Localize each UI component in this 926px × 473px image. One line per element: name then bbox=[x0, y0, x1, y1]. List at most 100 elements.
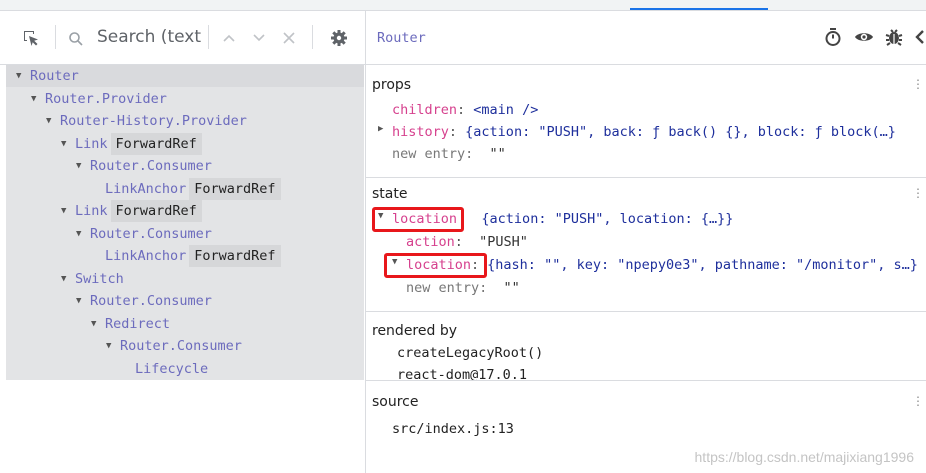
prop-children: children: <main /> bbox=[392, 102, 538, 118]
tree-row-label: Router.Consumer bbox=[90, 225, 212, 242]
new-entry-row[interactable]: new entry: "" bbox=[406, 280, 520, 296]
tree-row-label: Router.Consumer bbox=[120, 338, 242, 354]
gear-icon[interactable] bbox=[328, 27, 350, 49]
state-key: location bbox=[406, 257, 472, 273]
new-entry-row[interactable]: new entry: "" bbox=[392, 146, 506, 162]
tree-row[interactable]: ▼ Switch bbox=[61, 268, 124, 290]
state-colon: : bbox=[454, 234, 480, 250]
search-input[interactable]: Search (text bbox=[97, 27, 201, 47]
state-value: {hash: "", key: "npepy0e3", pathname: "/… bbox=[487, 257, 918, 273]
collapse-arrow-icon[interactable]: ▼ bbox=[16, 65, 30, 87]
new-entry-value[interactable]: "" bbox=[504, 280, 520, 296]
collapse-arrow-icon[interactable]: ▼ bbox=[378, 211, 392, 221]
state-title: state bbox=[372, 186, 408, 202]
expand-arrow-icon[interactable]: ▶ bbox=[378, 124, 392, 134]
tree-row[interactable]: ▼ Router bbox=[16, 65, 79, 87]
tree-row[interactable]: ▼ Router-History.Provider bbox=[46, 110, 247, 132]
tree-row-label: Redirect bbox=[105, 315, 171, 332]
new-entry-label: new entry: bbox=[406, 280, 488, 296]
collapse-arrow-icon[interactable]: ▼ bbox=[61, 133, 75, 155]
chevron-up-icon[interactable] bbox=[220, 29, 238, 47]
tree-row[interactable]: ▼ Link ForwardRef bbox=[61, 200, 202, 222]
prop-colon: : bbox=[448, 124, 466, 140]
tree-row-label: Router.Provider bbox=[45, 90, 167, 107]
collapse-arrow-icon[interactable]: ▼ bbox=[76, 223, 90, 245]
collapse-arrow-icon[interactable]: ▼ bbox=[46, 110, 60, 132]
state-value: {action: "PUSH", location: {…}} bbox=[481, 211, 734, 227]
state-action: action: "PUSH" bbox=[406, 234, 528, 250]
tree-row-label: Lifecycle bbox=[135, 360, 209, 377]
state-key: location bbox=[392, 211, 458, 227]
collapse-arrow-icon[interactable]: ▼ bbox=[76, 290, 90, 312]
tree-row-label: LinkAnchor bbox=[105, 180, 187, 197]
tree-row[interactable]: ▼ Router.Consumer bbox=[76, 155, 212, 177]
props-section: props ⋮ children: <main /> ▶ history: {ac… bbox=[366, 65, 926, 177]
state-inner-location[interactable]: ▼ location: {hash: "", key: "npepy0e3", pa… bbox=[392, 257, 918, 273]
inspector-pane: Router props ⋮ children: <main /> ▶ histo… bbox=[366, 11, 926, 473]
state-section: state ⋮ ▼ location {action: "PUSH", locat… bbox=[366, 177, 926, 312]
state-value: "PUSH" bbox=[479, 234, 528, 250]
tree-row[interactable]: ▼ Router.Provider bbox=[31, 88, 167, 110]
collapse-arrow-icon[interactable]: ▼ bbox=[61, 200, 75, 222]
close-icon[interactable] bbox=[280, 29, 298, 47]
prop-value: {action: "PUSH", back: ƒ back() {}, bloc… bbox=[465, 124, 896, 140]
tree-row[interactable]: ▼ Router.Consumer bbox=[76, 223, 212, 245]
tree-row[interactable]: LinkAnchor ForwardRef bbox=[91, 177, 281, 200]
component-tree-pane: Search (text ▼ Router ▼ Router.Provider ▼ Rou… bbox=[0, 11, 366, 473]
more-options-icon[interactable]: ⋮ bbox=[912, 394, 924, 408]
props-title: props bbox=[372, 77, 412, 93]
chevron-left-icon[interactable] bbox=[914, 27, 926, 52]
tree-row[interactable]: ▼ Redirect bbox=[91, 313, 170, 335]
tree-row-label: LinkAnchor bbox=[105, 248, 187, 264]
collapse-arrow-icon[interactable]: ▼ bbox=[392, 257, 406, 267]
timer-icon[interactable] bbox=[824, 27, 842, 52]
prop-key: children bbox=[392, 102, 458, 118]
hoc-badge: ForwardRef bbox=[110, 132, 202, 155]
tree-row[interactable]: ▼ Router.Consumer bbox=[106, 335, 242, 357]
toolbar-divider bbox=[55, 25, 56, 49]
search-icon bbox=[66, 29, 86, 49]
prop-value: <main /> bbox=[473, 102, 539, 118]
eye-icon[interactable] bbox=[854, 27, 874, 52]
rendered-by-section: rendered by createLegacyRoot() react-dom… bbox=[366, 311, 926, 391]
tree-row[interactable]: LinkAnchor ForwardRef bbox=[91, 245, 281, 267]
toolbar-divider bbox=[312, 25, 313, 49]
state-colon: : bbox=[471, 257, 480, 273]
toolbar-divider bbox=[208, 25, 209, 49]
hoc-badge: ForwardRef bbox=[110, 200, 202, 222]
inspector-header: Router bbox=[366, 11, 926, 65]
tree-toolbar: Search (text bbox=[0, 11, 366, 65]
devtools-tab-strip bbox=[0, 0, 926, 11]
source-title: source bbox=[372, 394, 419, 410]
prop-history[interactable]: ▶ history: {action: "PUSH", back: ƒ back(… bbox=[378, 124, 896, 140]
rendered-by-item[interactable]: createLegacyRoot() bbox=[397, 345, 543, 361]
tree-row-label: Router.Consumer bbox=[90, 293, 212, 309]
new-entry-value[interactable]: "" bbox=[490, 146, 506, 162]
collapse-arrow-icon[interactable]: ▼ bbox=[76, 155, 90, 177]
tree-row-label: Link bbox=[75, 203, 108, 219]
inspect-icon[interactable] bbox=[20, 27, 42, 49]
tree-row[interactable]: Lifecycle bbox=[121, 358, 208, 380]
state-key: action bbox=[406, 234, 455, 250]
tree-row-label: Switch bbox=[75, 270, 124, 287]
tree-row-label: Router.Consumer bbox=[90, 158, 212, 174]
prop-key: history bbox=[392, 124, 449, 140]
chevron-down-icon[interactable] bbox=[250, 29, 268, 47]
tree-row[interactable]: ▼ Router.Consumer bbox=[76, 290, 212, 312]
more-options-icon[interactable]: ⋮ bbox=[912, 186, 924, 200]
more-options-icon[interactable]: ⋮ bbox=[912, 77, 924, 91]
collapse-arrow-icon[interactable]: ▼ bbox=[106, 335, 120, 357]
collapse-arrow-icon[interactable]: ▼ bbox=[61, 268, 75, 290]
bug-icon[interactable] bbox=[885, 27, 903, 52]
rendered-by-title: rendered by bbox=[372, 323, 458, 339]
source-location[interactable]: src/index.js:13 bbox=[392, 421, 514, 437]
state-location[interactable]: ▼ location {action: "PUSH", location: {…}… bbox=[378, 211, 733, 227]
collapse-arrow-icon[interactable]: ▼ bbox=[91, 313, 105, 335]
tree-row[interactable]: ▼ Link ForwardRef bbox=[61, 132, 202, 155]
tree-row-label: Link bbox=[75, 135, 108, 152]
collapse-arrow-icon[interactable]: ▼ bbox=[31, 88, 45, 110]
hoc-badge: ForwardRef bbox=[189, 177, 281, 200]
hoc-badge: ForwardRef bbox=[189, 245, 281, 267]
tree-row-label: Router bbox=[30, 68, 79, 84]
selected-component-title: Router bbox=[377, 30, 426, 46]
